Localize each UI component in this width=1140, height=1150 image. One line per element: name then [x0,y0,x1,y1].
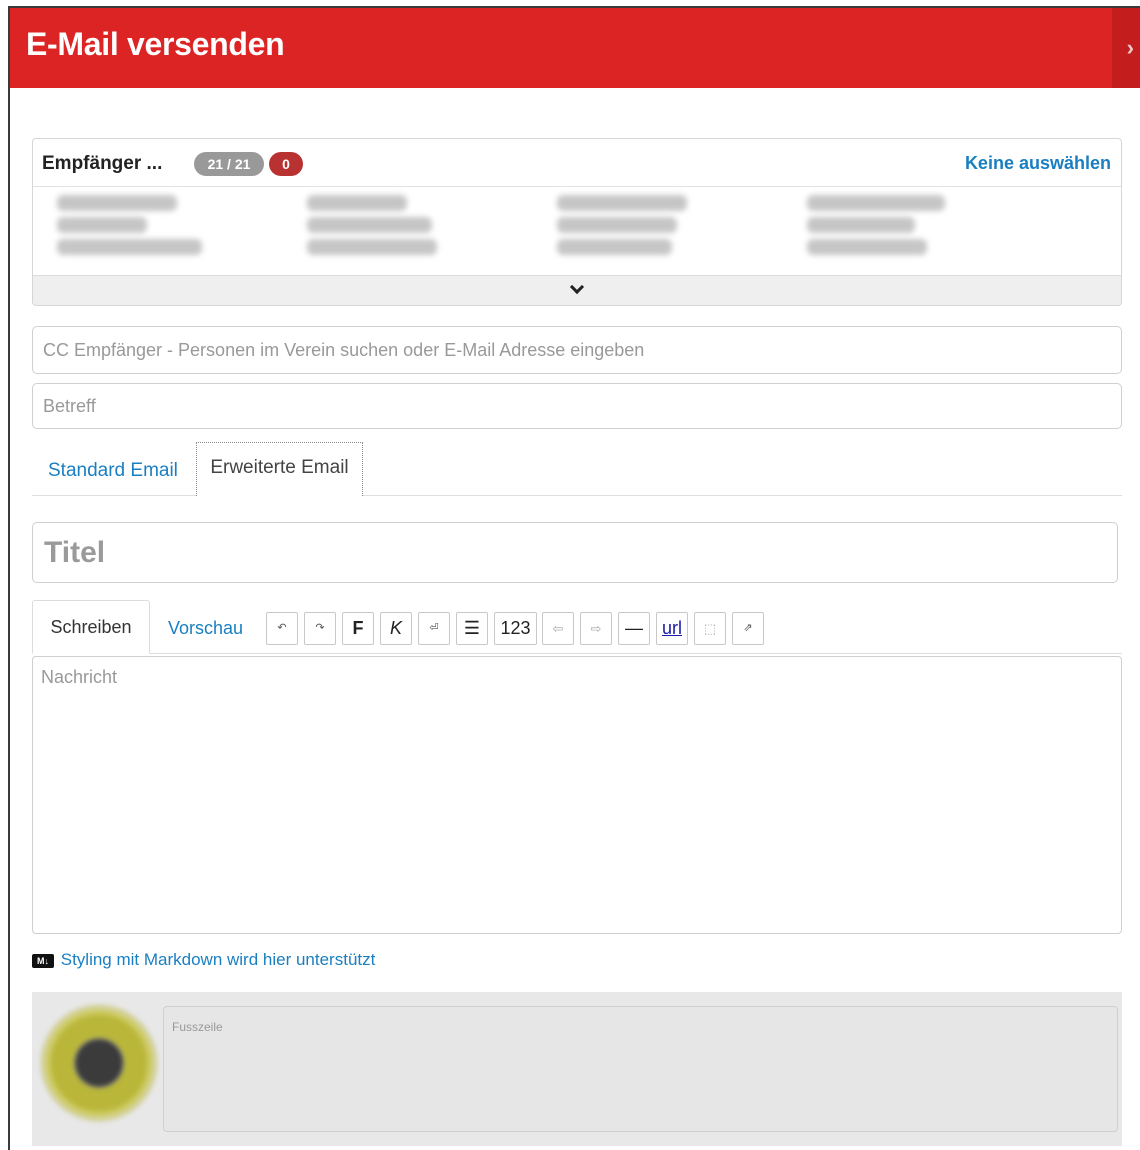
footer-section: Fusszeile [32,992,1122,1146]
horizontal-rule-button[interactable]: — [618,612,650,645]
tab-preview[interactable]: Vorschau [168,618,243,639]
italic-button[interactable]: K [380,612,412,645]
recipient-column[interactable] [57,195,207,261]
recipients-title: Empfänger ... [42,153,163,174]
recipient-column[interactable] [807,195,957,261]
list-icon[interactable]: ☰ [456,612,488,645]
clear-format-icon[interactable]: ⇗ [732,612,764,645]
recipients-count-badge: 21 / 21 [194,152,264,176]
subject-input[interactable]: Betreff [32,383,1122,429]
markdown-icon: M↓ [32,954,54,968]
indent-icon[interactable]: ⇨ [580,612,612,645]
dialog-header: E-Mail versenden › [10,8,1140,88]
recipient-column[interactable] [307,195,457,261]
undo-icon[interactable]: ↶ [266,612,298,645]
newline-icon[interactable]: ⏎ [418,612,450,645]
numbered-list-button[interactable]: 123 [494,612,537,645]
mail-type-tabs: Standard Email Erweiterte Email [32,440,1122,496]
recipients-expand-button[interactable] [33,275,1121,305]
chevron-right-icon[interactable]: › [1112,8,1140,88]
outdent-icon[interactable]: ⇦ [542,612,574,645]
chevron-down-icon [569,279,585,295]
editor-tabs: Schreiben Vorschau ↶ ↷ F K ⏎ ☰ 123 ⇦ ⇨ —… [32,598,1122,654]
markdown-help-link[interactable]: M↓ Styling mit Markdown wird hier unters… [32,950,375,970]
markdown-help-text: Styling mit Markdown wird hier unterstüt… [60,950,376,969]
deselect-all-link[interactable]: Keine auswählen [965,153,1111,174]
club-logo [40,1004,158,1122]
link-button[interactable]: url [656,612,688,645]
cc-recipients-input[interactable]: CC Empfänger - Personen im Verein suchen… [32,326,1122,374]
tab-extended-email[interactable]: Erweiterte Email [196,442,363,496]
dialog-title: E-Mail versenden [26,26,285,62]
recipients-list [33,187,1121,275]
image-icon[interactable]: ⬚ [694,612,726,645]
recipient-column[interactable] [557,195,707,261]
footer-textarea[interactable]: Fusszeile [163,1006,1118,1132]
title-input[interactable]: Titel [32,522,1118,583]
bold-button[interactable]: F [342,612,374,645]
recipients-header: Empfänger ... 21 / 21 0 Keine auswählen [33,139,1121,187]
email-dialog: E-Mail versenden › Empfänger ... 21 / 21… [8,6,1140,1150]
tab-standard-email[interactable]: Standard Email [48,460,178,482]
tab-write[interactable]: Schreiben [32,600,150,654]
message-textarea[interactable]: Nachricht [32,656,1122,934]
redo-icon[interactable]: ↷ [304,612,336,645]
recipients-error-badge: 0 [269,152,303,176]
recipients-panel: Empfänger ... 21 / 21 0 Keine auswählen [32,138,1122,306]
